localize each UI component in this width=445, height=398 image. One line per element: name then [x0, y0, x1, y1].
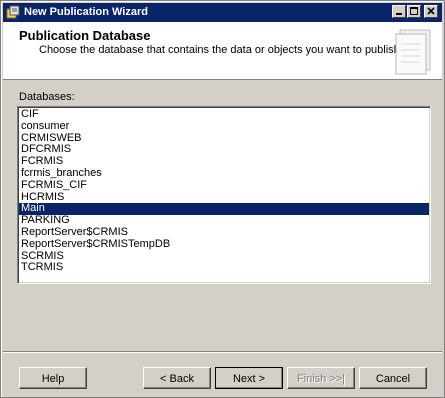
list-item[interactable]: consumer	[19, 120, 429, 133]
page-title: Publication Database	[19, 28, 151, 43]
help-button[interactable]: Help	[19, 367, 87, 389]
wizard-app-icon	[6, 5, 20, 19]
list-item[interactable]: SCRMIS	[19, 250, 429, 263]
list-item[interactable]: ReportServer$CRMIS	[19, 226, 429, 239]
wizard-window: New Publication Wizard Publication Datab…	[0, 0, 445, 398]
list-item[interactable]: TCRMIS	[19, 262, 429, 274]
window-title: New Publication Wizard	[24, 6, 148, 18]
cancel-button[interactable]: Cancel	[359, 367, 427, 389]
list-item[interactable]: CIF	[19, 108, 429, 121]
list-item[interactable]: FCRMIS_CIF	[19, 179, 429, 192]
list-item[interactable]: HCRMIS	[19, 191, 429, 204]
list-item[interactable]: fcrmis_branches	[19, 167, 429, 180]
wizard-header-graphic-icon	[390, 24, 438, 81]
maximize-icon[interactable]	[407, 5, 421, 18]
list-item[interactable]: ReportServer$CRMISTempDB	[19, 238, 429, 251]
list-item[interactable]: DFCRMIS	[19, 144, 429, 156]
databases-label: Databases:	[19, 91, 75, 103]
minimize-icon[interactable]	[392, 5, 406, 18]
databases-listbox[interactable]: CIF consumer CRMISWEB DFCRMIS FCRMIS fcrmis_b…	[17, 106, 431, 284]
wizard-header: Publication Database Choose the database…	[3, 22, 442, 80]
back-button[interactable]: < Back	[143, 367, 211, 389]
next-button[interactable]: Next >	[215, 367, 283, 389]
list-item-selected[interactable]: Main	[19, 203, 429, 216]
page-subtitle: Choose the database that contains the da…	[39, 44, 403, 56]
footer-divider	[3, 351, 442, 353]
title-bar[interactable]: New Publication Wizard	[3, 3, 442, 22]
close-icon[interactable]	[424, 5, 438, 18]
finish-button: Finish >>|	[287, 367, 355, 389]
list-item[interactable]: CRMISWEB	[19, 132, 429, 145]
